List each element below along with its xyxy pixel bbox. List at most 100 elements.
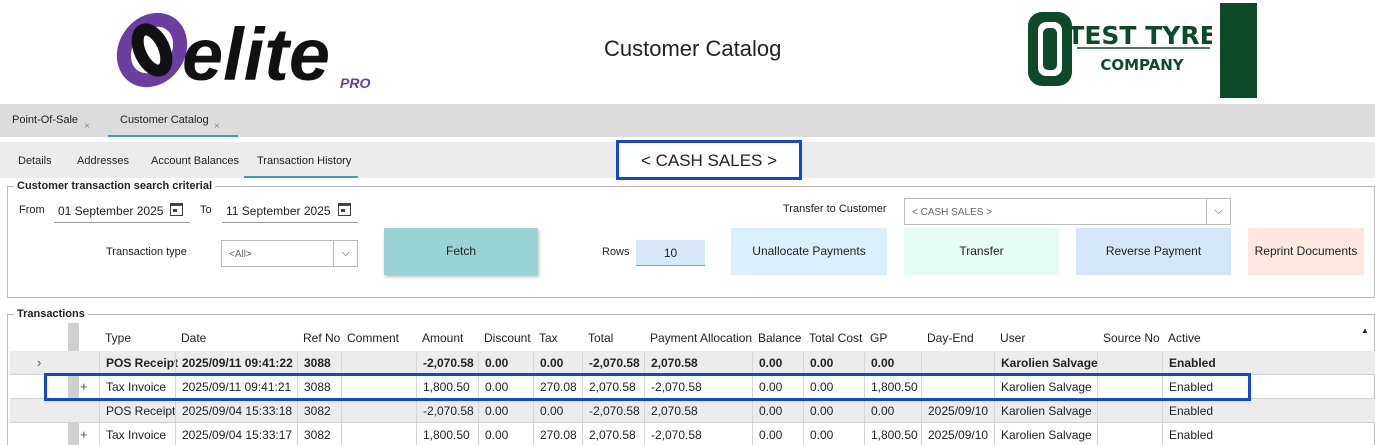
table-cell: 0.00	[803, 423, 864, 445]
transfer-to-select[interactable]: < CASH SALES > ⌵	[904, 198, 1231, 225]
column-header-date[interactable]: Date	[181, 323, 206, 351]
column-header-total-cost[interactable]: Total Cost	[809, 323, 862, 351]
table-cell	[1097, 351, 1162, 375]
column-header-type[interactable]: Type	[105, 323, 131, 351]
table-cell: 0.00	[803, 399, 864, 423]
expand-plus-icon[interactable]: +	[80, 427, 88, 442]
table-cell: -2,070.58	[582, 399, 644, 423]
rows-input[interactable]: 10	[636, 240, 705, 266]
brand-block	[1220, 3, 1257, 98]
table-cell: 0.00	[752, 423, 803, 445]
column-header-source-no[interactable]: Source No	[1103, 323, 1160, 351]
table-cell: 270.08	[533, 423, 582, 445]
transaction-type-select[interactable]: <All> ⌵	[221, 240, 358, 267]
to-label: To	[200, 204, 212, 216]
table-cell: 2025/09/11 09:41:22	[175, 351, 297, 375]
scroll-up-icon[interactable]: ▲	[1361, 326, 1369, 335]
customer-name-label: < CASH SALES >	[616, 140, 802, 180]
table-cell: 1,800.50	[416, 423, 478, 445]
table-cell: 1,800.50	[864, 423, 921, 445]
from-date-value: 01 September 2025	[58, 204, 164, 218]
elite-pro-logo: elite PRO	[116, 12, 370, 92]
row-arrow-icon[interactable]: ›	[37, 355, 41, 370]
transaction-type-value: <All>	[229, 249, 252, 260]
calendar-icon[interactable]	[170, 203, 183, 216]
test-tyre-logo: TEST TYRE COMPANY	[1028, 12, 1212, 86]
table-row[interactable]: › POS Receipt 2025/09/11 09:41:22 3088 -2,07…	[10, 351, 1375, 375]
table-cell: 3082	[297, 399, 341, 423]
reverse-payment-button[interactable]: Reverse Payment	[1076, 228, 1231, 275]
column-header-total[interactable]: Total	[588, 323, 613, 351]
rows-label: Rows	[602, 246, 630, 258]
chevron-down-icon[interactable]: ⌵	[333, 241, 357, 266]
unallocate-payments-button[interactable]: Unallocate Payments	[731, 228, 887, 275]
table-cell: -2,070.58	[416, 399, 478, 423]
fetch-button[interactable]: Fetch	[384, 228, 538, 275]
table-cell: 0.00	[864, 351, 921, 375]
top-tab-strip: Point-Of-Sale × Customer Catalog ×	[0, 104, 1375, 137]
column-header-comment[interactable]: Comment	[347, 323, 399, 351]
close-icon[interactable]: ×	[214, 121, 220, 132]
column-header-discount[interactable]: Discount	[484, 323, 531, 351]
table-cell: -2,070.58	[644, 423, 752, 445]
column-header-user[interactable]: User	[1000, 323, 1025, 351]
table-cell: 2025/09/10	[921, 423, 994, 445]
transfer-button[interactable]: Transfer	[904, 228, 1059, 275]
table-cell: 2025/09/10	[921, 399, 994, 423]
table-cell: POS Receipt	[99, 399, 175, 423]
to-date-input[interactable]: 11 September 2025	[222, 199, 358, 223]
column-header-tax[interactable]: Tax	[539, 323, 558, 351]
column-header-balance[interactable]: Balance	[758, 323, 801, 351]
table-cell	[341, 351, 416, 375]
tab-customer-catalog[interactable]: Customer Catalog ×	[108, 104, 238, 137]
transfer-to-label: Transfer to Customer	[783, 203, 887, 215]
app-header: elite PRO Customer Catalog TEST TYRE COM…	[0, 0, 1375, 104]
logo-sub: PRO	[340, 75, 370, 91]
table-cell: 0.00	[478, 351, 533, 375]
column-header-active[interactable]: Active	[1168, 323, 1201, 351]
table-cell: 2,070.58	[582, 423, 644, 445]
column-header-amount[interactable]: Amount	[422, 323, 463, 351]
table-cell: Karolien Salvage	[994, 423, 1097, 445]
table-cell: 3082	[297, 423, 341, 445]
transfer-to-value: < CASH SALES >	[912, 207, 993, 218]
tab-point-of-sale[interactable]: Point-Of-Sale ×	[0, 104, 108, 137]
table-cell: 0.00	[478, 423, 533, 445]
tab-label: Point-Of-Sale	[12, 114, 79, 126]
column-header-payment-allocation[interactable]: Payment Allocation	[650, 323, 752, 351]
company-line2: COMPANY	[1100, 56, 1184, 74]
table-cell: -2,070.58	[416, 351, 478, 375]
table-cell: POS Receipt	[99, 351, 178, 375]
table-cell	[341, 399, 416, 423]
from-date-input[interactable]: 01 September 2025	[54, 199, 190, 223]
table-cell: Karolien Salvage	[994, 351, 1098, 375]
table-cell: Karolien Salvage	[994, 399, 1097, 423]
table-cell	[1097, 423, 1162, 445]
table-cell: Tax Invoice	[99, 423, 175, 445]
table-cell	[1097, 399, 1162, 423]
calendar-icon[interactable]	[338, 203, 351, 216]
table-cell	[921, 351, 994, 375]
tab-account-balances[interactable]: Account Balances	[151, 142, 239, 178]
company-line1: TEST TYRE	[1067, 21, 1212, 50]
table-cell: 0.00	[752, 399, 803, 423]
table-cell: 2,070.58	[644, 399, 752, 423]
reprint-documents-button[interactable]: Reprint Documents	[1248, 228, 1364, 275]
transaction-type-label: Transaction type	[106, 246, 187, 258]
tab-addresses[interactable]: Addresses	[77, 142, 129, 178]
tab-details[interactable]: Details	[18, 142, 52, 178]
tab-label: Customer Catalog	[120, 114, 209, 126]
table-row[interactable]: POS Receipt 2025/09/04 15:33:18 3082 -2,070…	[10, 399, 1375, 423]
table-cell: Enabled	[1162, 351, 1217, 375]
column-header-gp[interactable]: GP	[870, 323, 887, 351]
transactions-title: Transactions	[14, 308, 88, 320]
table-cell: Enabled	[1162, 423, 1217, 445]
column-header-ref-no[interactable]: Ref No	[303, 323, 340, 351]
close-icon[interactable]: ×	[84, 121, 90, 132]
table-row[interactable]: + Tax Invoice 2025/09/04 15:33:17 3082 1,800…	[10, 423, 1375, 445]
table-cell: 3088	[297, 351, 341, 375]
search-criteria-title: Customer transaction search criterial	[14, 180, 216, 192]
tab-transaction-history[interactable]: Transaction History	[244, 142, 358, 178]
column-header-day-end[interactable]: Day-End	[927, 323, 974, 351]
chevron-down-icon[interactable]: ⌵	[1206, 199, 1230, 224]
